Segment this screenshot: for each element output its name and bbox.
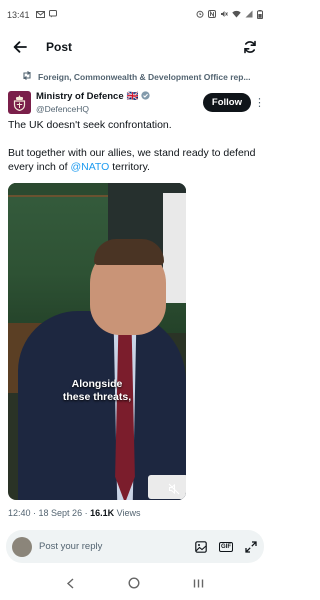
nav-back-icon[interactable] [66, 576, 75, 594]
message-icon [48, 10, 57, 20]
mute-icon [220, 10, 228, 20]
author-row: Ministry of Defence 🇬🇧 @DefenceHQ Follow… [8, 88, 265, 116]
system-nav-bar [0, 570, 270, 600]
page-title: Post [46, 40, 73, 54]
more-vertical-icon[interactable]: ⋮ [254, 96, 265, 109]
tweet-text: The UK doesn't seek confrontation. But t… [8, 118, 264, 188]
reply-input[interactable]: Post your reply [39, 541, 102, 552]
follow-button[interactable]: Follow [202, 92, 251, 112]
gif-icon[interactable]: GIF [219, 540, 233, 554]
refresh-icon[interactable] [240, 37, 260, 57]
repost-icon [22, 71, 32, 82]
verified-badge-icon [141, 90, 151, 103]
flag-emoji: 🇬🇧 [126, 91, 139, 102]
top-bar: Post [0, 30, 270, 64]
status-bar: 13:41 [0, 0, 270, 30]
post-meta: 12:40 · 18 Sept 26 · 16.1K Views [8, 508, 141, 518]
user-avatar [12, 536, 32, 557]
author-name[interactable]: Ministry of Defence [36, 91, 124, 102]
alarm-icon [196, 10, 204, 20]
status-time: 13:41 [7, 10, 30, 20]
post-time: 12:40 [8, 508, 31, 518]
video-player[interactable]: Alongside these threats, [8, 183, 186, 500]
tweet-line-1: The UK doesn't seek confrontation. [8, 119, 172, 131]
views-count[interactable]: 16.1K [90, 508, 114, 518]
battery-icon [257, 9, 263, 21]
arrow-left-icon[interactable] [10, 37, 30, 57]
gif-label: GIF [219, 541, 233, 552]
author-handle[interactable]: @DefenceHQ [36, 104, 150, 114]
mention-link[interactable]: @NATO [70, 161, 109, 173]
nav-recents-icon[interactable] [193, 576, 204, 594]
repost-text: Foreign, Commonwealth & Development Offi… [38, 71, 251, 82]
nav-home-icon[interactable] [128, 576, 140, 594]
views-label: Views [114, 508, 141, 518]
repost-banner[interactable]: Foreign, Commonwealth & Development Offi… [22, 71, 262, 82]
wifi-icon [232, 10, 241, 20]
volume-off-icon[interactable] [168, 482, 180, 495]
tweet-line-2: But together with our allies, we stand r… [8, 147, 256, 173]
nfc-icon [208, 10, 216, 20]
signal-icon [245, 10, 253, 20]
video-caption: Alongside these threats, [62, 378, 132, 403]
post-date: 18 Sept 26 [38, 508, 83, 518]
mail-icon [35, 10, 45, 20]
reply-bar[interactable]: Post your reply GIF [6, 530, 264, 563]
image-icon[interactable] [194, 540, 208, 554]
expand-icon[interactable] [244, 540, 258, 554]
avatar[interactable] [8, 90, 31, 114]
